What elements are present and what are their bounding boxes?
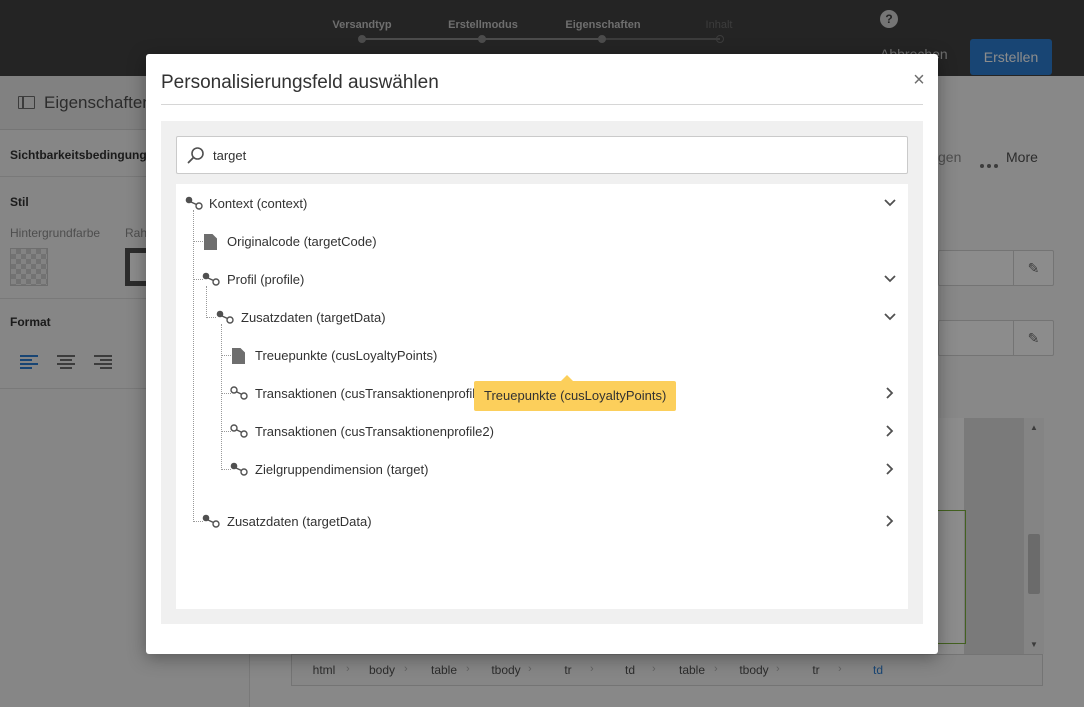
tree-item-context[interactable]: Kontext (context)	[176, 184, 908, 222]
field-tooltip: Treuepunkte (cusLoyaltyPoints)	[474, 375, 677, 411]
node-link-icon	[202, 272, 220, 286]
tree-item-targetdata-root[interactable]: Zusatzdaten (targetData)	[176, 502, 908, 540]
chevron-right-icon[interactable]	[882, 385, 898, 401]
file-icon	[204, 234, 217, 250]
tree-item-targetdata[interactable]: Zusatzdaten (targetData)	[176, 298, 908, 336]
close-icon[interactable]: ×	[910, 70, 928, 90]
personalization-field-dialog: Personalisierungsfeld auswählen × target…	[146, 54, 938, 654]
tree-item-label: Treuepunkte (cusLoyaltyPoints)	[255, 348, 438, 363]
node-link-icon	[230, 424, 248, 438]
node-link-icon	[202, 514, 220, 528]
chevron-down-icon[interactable]	[882, 271, 898, 287]
chevron-right-icon[interactable]	[882, 423, 898, 439]
tree-item-label: Zusatzdaten (targetData)	[241, 310, 386, 325]
node-link-icon	[216, 310, 234, 324]
chevron-right-icon[interactable]	[882, 461, 898, 477]
tree-item-label: Zielgruppendimension (target)	[255, 462, 429, 477]
node-link-icon	[185, 196, 203, 210]
dialog-title: Personalisierungsfeld auswählen	[161, 72, 439, 93]
tree-item-label: Profil (profile)	[227, 272, 305, 287]
tree-item-label: Zusatzdaten (targetData)	[227, 514, 372, 529]
tree-item-target-dimension[interactable]: Zielgruppendimension (target)	[176, 450, 908, 488]
tree-item-transactions-2[interactable]: Transaktionen (cusTransaktionenprofile2)	[176, 412, 908, 450]
node-link-icon	[230, 462, 248, 476]
tree-item-label: Kontext (context)	[209, 196, 308, 211]
tree-item-label: Transaktionen (cusTransaktionenprofile2)	[255, 424, 494, 439]
dialog-body: Kontext (context) Originalcode (targetCo…	[161, 121, 923, 624]
search-input[interactable]	[213, 137, 893, 173]
chevron-down-icon[interactable]	[882, 195, 898, 211]
tree-item-label: Transaktionen (cusTransaktionenprofile1)	[255, 386, 494, 401]
dialog-divider	[161, 104, 923, 105]
tree-item-loyalty-points[interactable]: Treuepunkte (cusLoyaltyPoints)	[176, 336, 908, 374]
tree-item-label: Originalcode (targetCode)	[227, 234, 377, 249]
search-field[interactable]	[176, 136, 908, 174]
tree-item-targetcode[interactable]: Originalcode (targetCode)	[176, 222, 908, 260]
search-icon	[187, 147, 204, 164]
file-icon	[232, 348, 245, 364]
tree-item-profile[interactable]: Profil (profile)	[176, 260, 908, 298]
node-link-icon	[230, 386, 248, 400]
chevron-right-icon[interactable]	[882, 513, 898, 529]
chevron-down-icon[interactable]	[882, 309, 898, 325]
